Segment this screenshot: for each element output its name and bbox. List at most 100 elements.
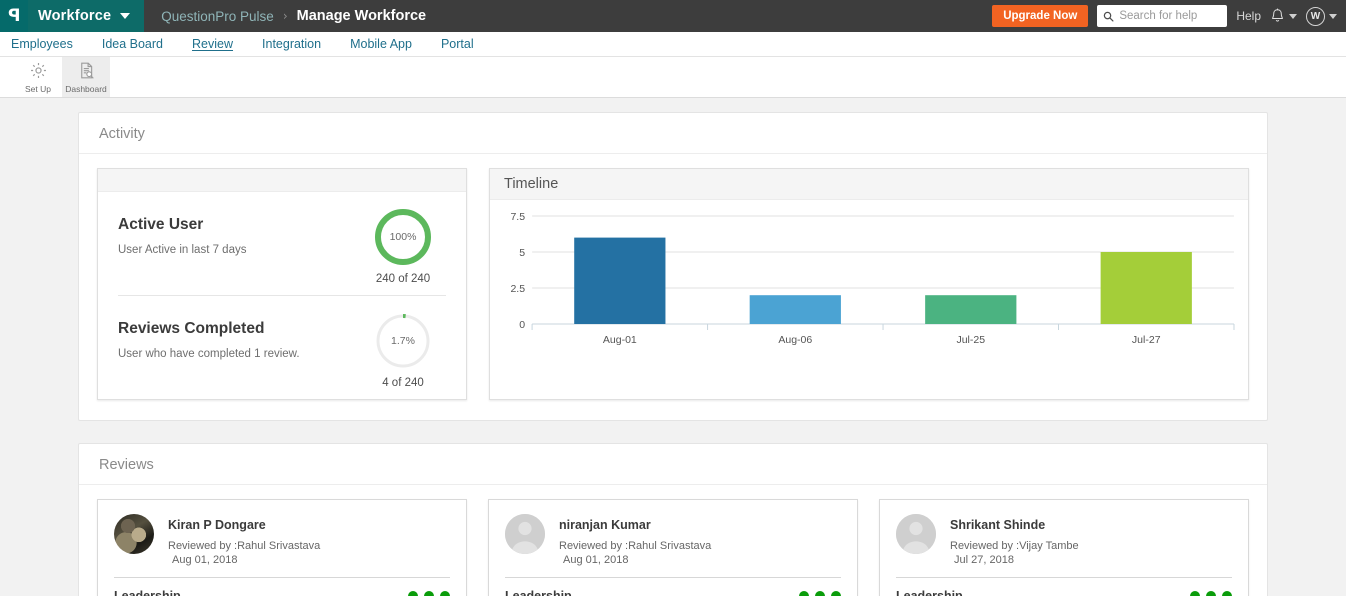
gear-icon bbox=[29, 61, 48, 83]
nav-item-idea-board[interactable]: Idea Board bbox=[102, 37, 179, 51]
section-toolbar: Set Up Dashboard bbox=[0, 57, 1346, 98]
metric-title: Reviews Completed bbox=[118, 320, 265, 337]
metric-title: Active User bbox=[118, 216, 204, 233]
avatar bbox=[114, 514, 154, 554]
review-card: Shrikant Shinde Reviewed by :Vijay Tambe J… bbox=[879, 499, 1249, 596]
toolbar-button-label: Dashboard bbox=[65, 83, 107, 94]
rating-dot bbox=[815, 590, 825, 596]
rating-dot bbox=[831, 590, 841, 596]
person-placeholder-icon bbox=[505, 514, 545, 554]
skill-row: Leadership bbox=[505, 578, 841, 596]
x-axis-tick-label: Aug-06 bbox=[778, 334, 812, 346]
nav-item-employees[interactable]: Employees bbox=[11, 37, 89, 51]
x-axis-tick-label: Jul-27 bbox=[1132, 334, 1161, 346]
avatar bbox=[896, 514, 936, 554]
timeline-chart-area: 0 2.5 5 7.5 Aug-01 Aug-06 Jul-25 Jul-27 bbox=[490, 200, 1248, 352]
donut-block: 1.7% 4 of 240 bbox=[360, 312, 446, 389]
bell-icon bbox=[1272, 8, 1283, 22]
logo-glyph: P bbox=[7, 5, 21, 26]
rating-dot bbox=[1190, 590, 1200, 596]
chevron-down-icon bbox=[120, 13, 131, 19]
donut-percent-label: 1.7% bbox=[391, 335, 415, 347]
activity-panel-body: Active User User Active in last 7 days 100… bbox=[79, 154, 1267, 420]
breadcrumb: QuestionPro Pulse › Manage Workforce bbox=[161, 8, 426, 24]
skill-name: Leadership bbox=[505, 588, 572, 596]
donut-percent-label: 100% bbox=[389, 231, 417, 243]
nav-item-review[interactable]: Review bbox=[192, 37, 249, 51]
donut-chart: 100% bbox=[374, 208, 432, 266]
metric-row: Reviews Completed User who have completed… bbox=[98, 296, 466, 399]
workforce-label: Workforce bbox=[38, 8, 112, 24]
review-date: Aug 01, 2018 bbox=[563, 553, 629, 566]
avatar bbox=[505, 514, 545, 554]
skill-row: Leadership bbox=[896, 578, 1232, 596]
y-axis-tick-label: 5 bbox=[519, 247, 525, 259]
reviewer-label: Reviewed by :Rahul Srivastava bbox=[168, 540, 321, 552]
x-axis-tick-label: Aug-01 bbox=[603, 334, 637, 346]
page-title: Manage Workforce bbox=[296, 8, 427, 24]
skill-name: Leadership bbox=[896, 588, 963, 596]
skill-rating-dots bbox=[408, 590, 450, 596]
reviewee-name: Shrikant Shinde bbox=[950, 518, 1046, 532]
search-icon bbox=[1104, 11, 1114, 22]
skill-row: Leadership bbox=[114, 578, 450, 596]
review-card-info: Shrikant Shinde Reviewed by :Vijay Tambe J… bbox=[950, 514, 1079, 566]
workforce-product-switcher[interactable]: Workforce bbox=[28, 0, 145, 32]
timeline-chart-card: Timeline 0 2.5 5 7.5 Aug-01 Aug-06 Jul-25 Jul-2… bbox=[489, 168, 1249, 400]
toolbar-button-label: Set Up bbox=[25, 83, 51, 94]
timeline-header: Timeline bbox=[490, 169, 1248, 200]
nav-item-portal[interactable]: Portal bbox=[441, 37, 490, 51]
rating-dot bbox=[424, 590, 434, 596]
bar[interactable] bbox=[1100, 252, 1192, 324]
review-card-header: Shrikant Shinde Reviewed by :Vijay Tambe J… bbox=[896, 500, 1232, 577]
help-search-box[interactable] bbox=[1097, 5, 1228, 27]
metric-subtitle: User who have completed 1 review. bbox=[118, 348, 300, 360]
review-date: Aug 01, 2018 bbox=[172, 553, 238, 566]
review-card: niranjan Kumar Reviewed by :Rahul Srivast… bbox=[488, 499, 858, 596]
activity-panel: Activity Active User User Active in last … bbox=[78, 112, 1268, 421]
reviewer-label: Reviewed by :Rahul Srivastava bbox=[559, 540, 712, 552]
avatar: W bbox=[1306, 6, 1325, 26]
header-actions: Upgrade Now Help W bbox=[992, 5, 1346, 27]
metric-subtitle: User Active in last 7 days bbox=[118, 244, 247, 256]
card-top-strip bbox=[98, 169, 466, 192]
toolbar-button-dashboard[interactable]: Dashboard bbox=[62, 57, 110, 97]
y-axis-tick-label: 7.5 bbox=[510, 211, 525, 223]
review-card: Kiran P Dongare Reviewed by :Rahul Srivas… bbox=[97, 499, 467, 596]
metric-text: Active User User Active in last 7 days bbox=[118, 208, 360, 256]
donut-caption: 4 of 240 bbox=[382, 377, 424, 389]
toolbar-button-set-up[interactable]: Set Up bbox=[14, 57, 62, 97]
bar[interactable] bbox=[574, 237, 666, 324]
primary-nav: Employees Idea Board Review Integration Mobi… bbox=[0, 32, 1346, 57]
reviewer-label: Reviewed by :Vijay Tambe bbox=[950, 540, 1079, 552]
timeline-bar-chart: 0 2.5 5 7.5 Aug-01 Aug-06 Jul-25 Jul-27 bbox=[510, 211, 1235, 346]
activity-metrics-card: Active User User Active in last 7 days 100… bbox=[97, 168, 467, 400]
user-menu-button[interactable]: W bbox=[1306, 6, 1337, 26]
review-cards-container: Kiran P Dongare Reviewed by :Rahul Srivas… bbox=[79, 485, 1267, 596]
skill-rating-dots bbox=[799, 590, 841, 596]
bar[interactable] bbox=[749, 295, 841, 324]
questionpro-logo[interactable]: P bbox=[0, 0, 28, 32]
reviews-panel: Reviews Kiran P Dongare Reviewed by :Rahu… bbox=[78, 443, 1268, 596]
breadcrumb-parent[interactable]: QuestionPro Pulse bbox=[161, 9, 274, 24]
document-search-icon bbox=[77, 61, 96, 83]
person-placeholder-icon bbox=[896, 514, 936, 554]
rating-dot bbox=[440, 590, 450, 596]
bar[interactable] bbox=[925, 295, 1017, 324]
search-input[interactable] bbox=[1119, 10, 1222, 22]
nav-item-mobile-app[interactable]: Mobile App bbox=[350, 37, 428, 51]
activity-panel-header: Activity bbox=[79, 113, 1267, 154]
x-axis-tick-label: Jul-25 bbox=[956, 334, 985, 346]
notifications-button[interactable] bbox=[1270, 8, 1297, 24]
nav-item-integration[interactable]: Integration bbox=[262, 37, 337, 51]
review-card-info: niranjan Kumar Reviewed by :Rahul Srivast… bbox=[559, 514, 711, 566]
rating-dot bbox=[408, 590, 418, 596]
timeline-title: Timeline bbox=[504, 176, 559, 192]
help-link[interactable]: Help bbox=[1236, 9, 1261, 23]
chevron-down-icon bbox=[1329, 13, 1337, 19]
chevron-down-icon bbox=[1289, 13, 1297, 19]
upgrade-now-button[interactable]: Upgrade Now bbox=[992, 5, 1089, 27]
rating-dot bbox=[799, 590, 809, 596]
review-date: Jul 27, 2018 bbox=[954, 553, 1014, 566]
reviewee-name: Kiran P Dongare bbox=[168, 518, 266, 532]
